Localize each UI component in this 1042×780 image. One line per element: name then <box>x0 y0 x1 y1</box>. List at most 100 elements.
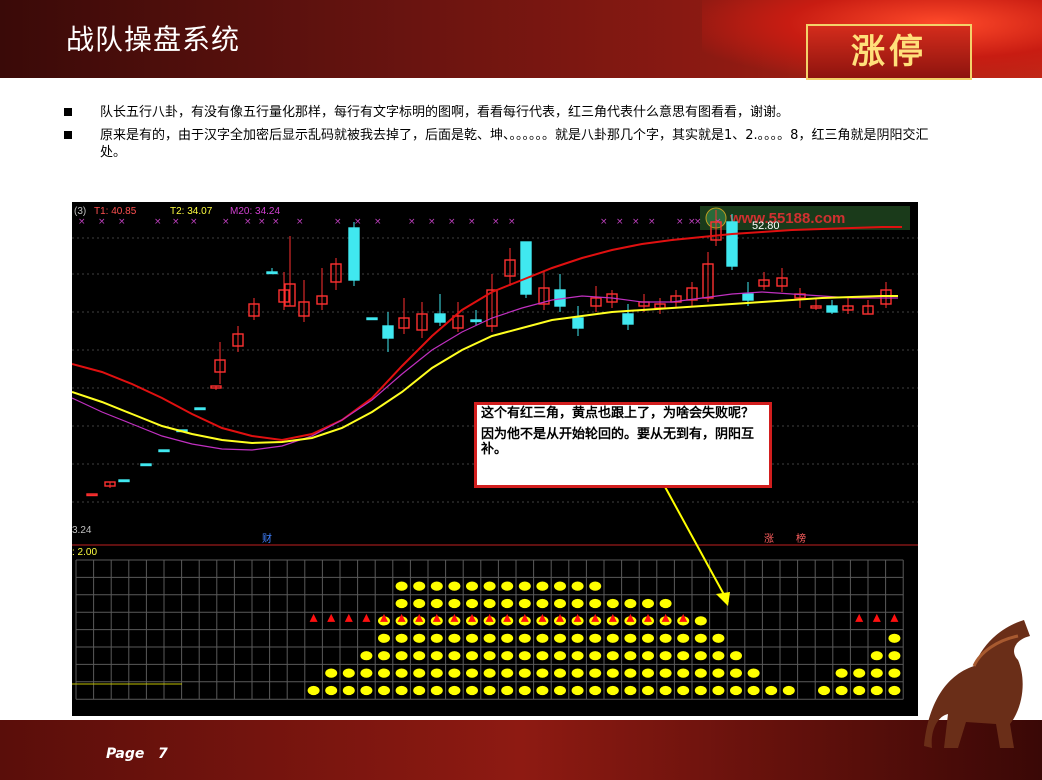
yellow-dot <box>571 685 584 696</box>
red-triangle <box>327 613 336 622</box>
yellow-dot <box>501 598 514 609</box>
yellow-dot <box>413 668 426 678</box>
yellow-dot <box>325 668 338 678</box>
x-marker: × <box>172 217 180 227</box>
yellow-dot <box>694 651 707 661</box>
yellow-dot <box>466 633 478 643</box>
yellow-dot <box>888 668 901 678</box>
yellow-dot <box>606 668 619 678</box>
yellow-dot <box>378 668 390 678</box>
yellow-dot <box>518 581 531 591</box>
red-triangle <box>872 613 881 622</box>
bullet-item: 原来是有的，由于汉字全加密后显示乱码就被我去掉了，后面是乾、坤、。。。。。。就是… <box>64 127 944 161</box>
yellow-dot <box>712 668 725 678</box>
slide-footer <box>0 720 1042 780</box>
yellow-dot <box>589 685 602 696</box>
candle-body <box>140 463 152 467</box>
yellow-dot <box>307 685 320 696</box>
yellow-dot <box>554 633 566 643</box>
yellow-dot <box>589 651 602 661</box>
panel-id: (3) <box>74 206 86 217</box>
yellow-dot <box>554 581 566 591</box>
yellow-dot <box>413 651 426 661</box>
yellow-dot <box>554 651 566 661</box>
yellow-dot <box>554 685 566 696</box>
x-marker: × <box>600 217 608 227</box>
x-marker: × <box>190 217 198 227</box>
yellow-dot <box>395 651 408 661</box>
candle-body <box>622 313 634 325</box>
yellow-dot <box>589 633 602 643</box>
x-marker: × <box>448 217 456 227</box>
yellow-dot <box>430 581 443 591</box>
yellow-dot <box>818 685 830 696</box>
yellow-dot <box>430 668 443 678</box>
yellow-dot <box>694 633 707 643</box>
candle-body <box>348 227 360 281</box>
yellow-dot <box>536 668 549 678</box>
yellow-dot <box>483 668 496 678</box>
yellow-dot <box>571 581 584 591</box>
x-marker: × <box>354 217 362 227</box>
t2-label: T2: 34.07 <box>170 206 213 217</box>
x-marker: × <box>296 217 304 227</box>
yellow-dot <box>518 651 531 661</box>
candle-body <box>742 293 754 301</box>
candle-body <box>266 271 278 275</box>
yellow-dot <box>730 685 742 696</box>
low-value-label: 3.24 <box>72 525 92 536</box>
yellow-dot <box>606 598 619 609</box>
yellow-dot <box>430 633 443 643</box>
yellow-dot <box>642 651 654 661</box>
yellow-dot <box>536 598 549 609</box>
x-marker: × <box>632 217 640 227</box>
yellow-dot <box>730 668 742 678</box>
yellow-dot <box>589 668 602 678</box>
red-triangle <box>890 613 899 622</box>
yellow-dot <box>378 685 390 696</box>
yellow-dot <box>659 651 672 661</box>
yellow-dot <box>888 685 901 696</box>
yellow-dot <box>466 668 478 678</box>
yellow-dot <box>518 685 531 696</box>
yellow-dot <box>536 633 549 643</box>
yellow-dot <box>395 685 408 696</box>
x-marker: × <box>154 217 162 227</box>
yellow-dot <box>782 685 795 696</box>
yellow-dot <box>624 598 637 609</box>
x-marker: × <box>694 217 702 227</box>
yellow-dot <box>448 668 461 678</box>
yellow-dot <box>624 668 637 678</box>
bull-statue-icon <box>924 620 1030 748</box>
yellow-dot <box>413 598 426 609</box>
yellow-dot <box>554 668 566 678</box>
yellow-dot <box>483 633 496 643</box>
yellow-dot <box>589 598 602 609</box>
yellow-dot <box>536 651 549 661</box>
yellow-dot <box>870 651 883 661</box>
candle-body <box>470 319 482 323</box>
x-marker: × <box>508 217 516 227</box>
lower-scale-label: : 2.00 <box>72 547 97 558</box>
yellow-dot <box>554 598 566 609</box>
yellow-dot <box>395 598 408 609</box>
yellow-dot <box>378 633 390 643</box>
yellow-dot <box>466 581 478 591</box>
watermark-text: www.55188.com <box>729 210 845 227</box>
t1-label: T1: 40.85 <box>94 206 137 217</box>
bullet-square-icon <box>64 108 72 116</box>
yellow-dot <box>395 668 408 678</box>
yellow-dot <box>536 581 549 591</box>
yellow-dot <box>624 651 637 661</box>
marker-zhang: 涨 <box>764 533 774 545</box>
candle-body <box>572 317 584 329</box>
brand-logo: 涨停 <box>806 24 972 80</box>
callout-box: 这个有红三角，黄点也跟上了，为啥会失败呢？ 因为他不是从开始轮回的。要从无到有，… <box>474 402 772 488</box>
bullet-text: 原来是有的，由于汉字全加密后显示乱码就被我去掉了，后面是乾、坤、。。。。。。就是… <box>100 128 929 160</box>
x-marker: × <box>468 217 476 227</box>
yellow-dot <box>712 651 725 661</box>
yellow-dot <box>694 685 707 696</box>
yellow-dot <box>888 651 901 661</box>
yellow-dot <box>395 633 408 643</box>
yellow-dot <box>694 668 707 678</box>
